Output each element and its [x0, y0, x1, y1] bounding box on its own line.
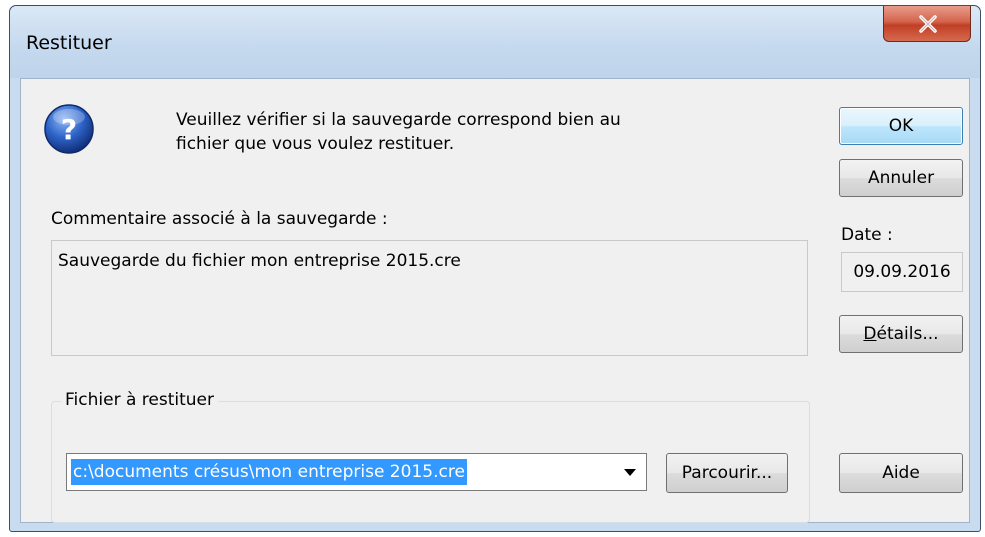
file-path-value[interactable]: c:\documents crésus\mon entreprise 2015.…: [71, 459, 467, 485]
chevron-down-icon[interactable]: [624, 469, 636, 476]
details-mnemonic: D: [863, 324, 877, 344]
details-button[interactable]: Détails...: [839, 315, 963, 353]
help-button[interactable]: Aide: [839, 453, 963, 493]
comment-label: Commentaire associé à la sauvegarde :: [51, 209, 388, 229]
comment-value: Sauvegarde du fichier mon entreprise 201…: [58, 251, 461, 271]
browse-button[interactable]: Parcourir...: [666, 453, 788, 493]
close-button[interactable]: [883, 6, 971, 42]
svg-text:?: ?: [61, 113, 77, 146]
message-line-2: fichier que vous voulez restituer.: [176, 134, 455, 154]
message-line-1: Veuillez vérifier si la sauvegarde corre…: [176, 110, 621, 130]
close-icon: [919, 15, 937, 33]
restore-dialog: Restituer ? Veuillez vérifier si la sauv…: [9, 5, 981, 532]
file-group-title: Fichier à restituer: [61, 390, 218, 410]
question-icon: ?: [44, 104, 94, 154]
date-field: 09.09.2016: [841, 252, 963, 292]
date-label: Date :: [841, 225, 893, 245]
window-title: Restituer: [26, 32, 112, 54]
details-label: étails...: [876, 324, 939, 344]
dialog-body: ? Veuillez vérifier si la sauvegarde cor…: [20, 78, 970, 523]
ok-button[interactable]: OK: [839, 107, 963, 145]
cancel-button[interactable]: Annuler: [839, 159, 963, 197]
title-bar[interactable]: Restituer: [10, 6, 980, 78]
date-value: 09.09.2016: [853, 262, 951, 282]
comment-field: Sauvegarde du fichier mon entreprise 201…: [51, 240, 808, 356]
file-path-combobox[interactable]: c:\documents crésus\mon entreprise 2015.…: [66, 453, 647, 491]
confirmation-message: Veuillez vérifier si la sauvegarde corre…: [176, 108, 621, 156]
